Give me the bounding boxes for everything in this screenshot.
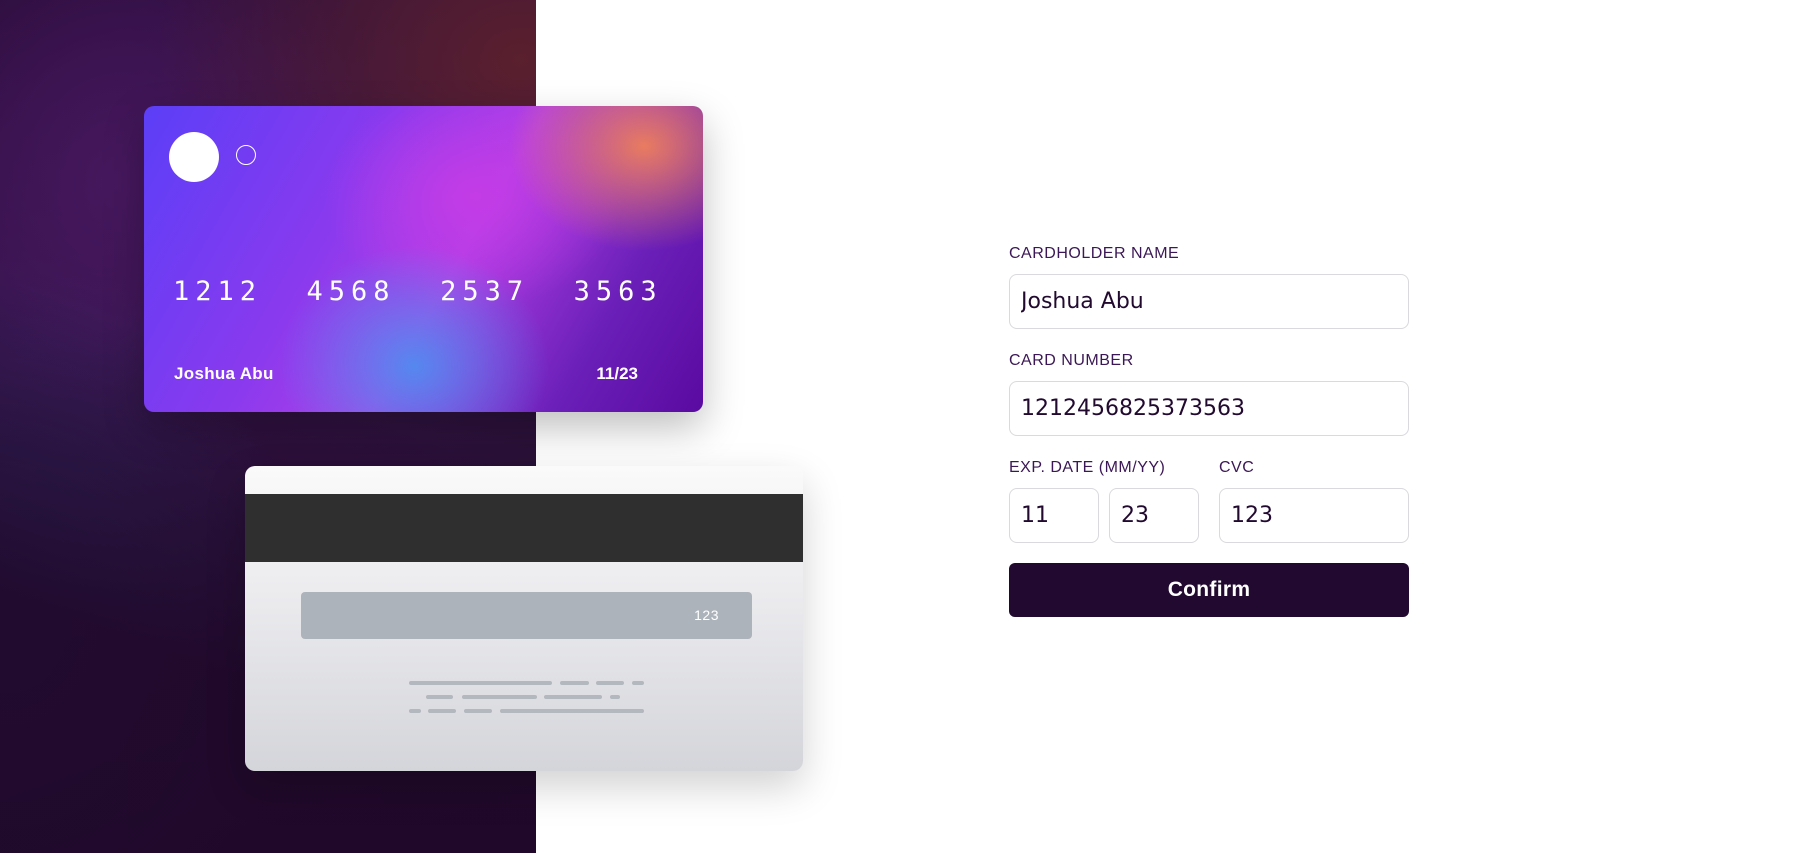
expiry-month-input[interactable] xyxy=(1009,488,1099,543)
card-logo-filled-circle-icon xyxy=(169,132,219,182)
expiry-year-input[interactable] xyxy=(1109,488,1199,543)
cardholder-field-group: CARDHOLDER NAME xyxy=(1009,244,1409,329)
card-front-expiry: 11/23 xyxy=(596,364,638,383)
cvc-input[interactable] xyxy=(1219,488,1409,543)
signature-strip: 123 xyxy=(301,592,752,639)
cvc-label: CVC xyxy=(1219,459,1255,476)
expiry-cvc-row: EXP. DATE (MM/YY) CVC xyxy=(1009,458,1409,543)
card-front-number: 1212 4568 2537 3563 xyxy=(173,276,663,307)
expiry-label: EXP. DATE (MM/YY) xyxy=(1009,459,1166,476)
page: 1212 4568 2537 3563 Joshua Abu 11/23 123… xyxy=(0,0,1814,853)
card-logo-outline-circle-icon xyxy=(236,145,256,165)
card-number-field-group: CARD NUMBER xyxy=(1009,351,1409,436)
card-number-input[interactable] xyxy=(1009,381,1409,436)
cvc-field-group: CVC xyxy=(1219,458,1409,543)
cardholder-label: CARDHOLDER NAME xyxy=(1009,245,1180,262)
card-back: 123 xyxy=(245,466,803,771)
card-front-holder: Joshua Abu xyxy=(174,364,274,383)
magnetic-stripe xyxy=(245,494,803,562)
card-back-cvc: 123 xyxy=(694,607,719,623)
confirm-button[interactable]: Confirm xyxy=(1009,563,1409,617)
card-details-form: CARDHOLDER NAME CARD NUMBER EXP. DATE (M… xyxy=(1009,244,1409,617)
card-number-label: CARD NUMBER xyxy=(1009,352,1134,369)
cardholder-name-input[interactable] xyxy=(1009,274,1409,329)
expiry-inputs xyxy=(1009,488,1219,543)
card-back-fine-print xyxy=(409,681,649,721)
expiry-field-group: EXP. DATE (MM/YY) xyxy=(1009,458,1219,543)
card-front: 1212 4568 2537 3563 Joshua Abu 11/23 xyxy=(144,106,703,412)
